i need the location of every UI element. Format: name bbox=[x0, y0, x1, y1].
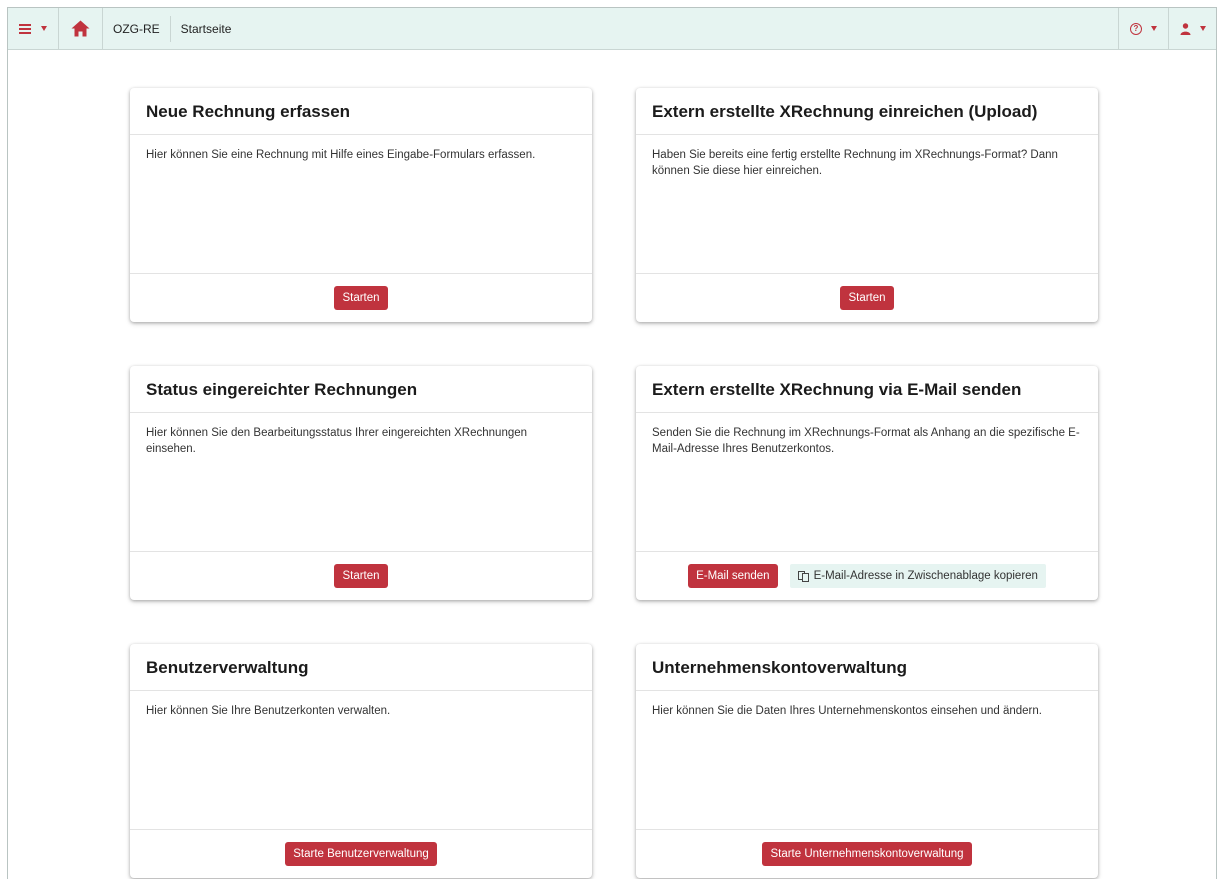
start-user-management-button[interactable]: Starte Benutzerverwaltung bbox=[285, 842, 437, 866]
card-email-xrechnung: Extern erstellte XRechnung via E-Mail se… bbox=[636, 366, 1098, 600]
card-description: Hier können Sie Ihre Benutzerkonten verw… bbox=[130, 691, 592, 830]
app-name[interactable]: OZG-RE bbox=[103, 22, 170, 36]
card-footer: Starte Unternehmenskontoverwaltung bbox=[636, 830, 1098, 878]
start-button[interactable]: Starten bbox=[334, 286, 388, 310]
home-button[interactable] bbox=[59, 8, 103, 49]
card-footer: Starten bbox=[636, 274, 1098, 322]
user-icon bbox=[1180, 22, 1190, 35]
caret-down-icon bbox=[41, 26, 47, 31]
card-title: Status eingereichter Rechnungen bbox=[130, 366, 592, 413]
send-email-button[interactable]: E-Mail senden bbox=[688, 564, 778, 588]
clipboard-copy-icon bbox=[797, 570, 809, 582]
card-description: Hier können Sie eine Rechnung mit Hilfe … bbox=[130, 135, 592, 274]
copy-email-label: E-Mail-Adresse in Zwischenablage kopiere… bbox=[813, 570, 1038, 582]
card-company-account-management: Unternehmenskontoverwaltung Hier können … bbox=[636, 644, 1098, 878]
help-circle-icon: ? bbox=[1130, 22, 1142, 35]
start-company-account-management-button[interactable]: Starte Unternehmenskontoverwaltung bbox=[762, 842, 972, 866]
main-menu-button[interactable] bbox=[8, 8, 59, 49]
caret-down-icon bbox=[1199, 26, 1206, 31]
card-new-invoice: Neue Rechnung erfassen Hier können Sie e… bbox=[130, 88, 592, 322]
card-footer: Starten bbox=[130, 552, 592, 600]
help-menu-button[interactable]: ? bbox=[1118, 8, 1168, 49]
card-title: Extern erstellte XRechnung einreichen (U… bbox=[636, 88, 1098, 135]
card-title: Benutzerverwaltung bbox=[130, 644, 592, 691]
user-menu-button[interactable] bbox=[1168, 8, 1216, 49]
start-button[interactable]: Starten bbox=[840, 286, 894, 310]
card-description: Hier können Sie den Bearbeitungsstatus I… bbox=[130, 413, 592, 552]
card-footer: E-Mail senden E-Mail-Adresse in Zwischen… bbox=[636, 552, 1098, 600]
card-footer: Starten bbox=[130, 274, 592, 322]
card-invoice-status: Status eingereichter Rechnungen Hier kön… bbox=[130, 366, 592, 600]
top-bar: OZG-RE Startseite ? bbox=[8, 8, 1216, 50]
card-description: Haben Sie bereits eine fertig erstellte … bbox=[636, 135, 1098, 274]
card-description: Senden Sie die Rechnung im XRechnungs-Fo… bbox=[636, 413, 1098, 552]
card-title: Unternehmenskontoverwaltung bbox=[636, 644, 1098, 691]
card-user-management: Benutzerverwaltung Hier können Sie Ihre … bbox=[130, 644, 592, 878]
card-title: Extern erstellte XRechnung via E-Mail se… bbox=[636, 366, 1098, 413]
card-description: Hier können Sie die Daten Ihres Unterneh… bbox=[636, 691, 1098, 830]
card-title: Neue Rechnung erfassen bbox=[130, 88, 592, 135]
caret-down-icon bbox=[1151, 26, 1157, 31]
app-window: OZG-RE Startseite ? Neue Rechnung erfass… bbox=[7, 7, 1217, 879]
home-icon bbox=[71, 20, 90, 37]
breadcrumb-current-page: Startseite bbox=[180, 21, 232, 36]
copy-email-address-button[interactable]: E-Mail-Adresse in Zwischenablage kopiere… bbox=[789, 564, 1046, 588]
hamburger-menu-icon bbox=[19, 23, 31, 34]
card-upload-xrechnung: Extern erstellte XRechnung einreichen (U… bbox=[636, 88, 1098, 322]
card-footer: Starte Benutzerverwaltung bbox=[130, 830, 592, 878]
start-button[interactable]: Starten bbox=[334, 564, 388, 588]
